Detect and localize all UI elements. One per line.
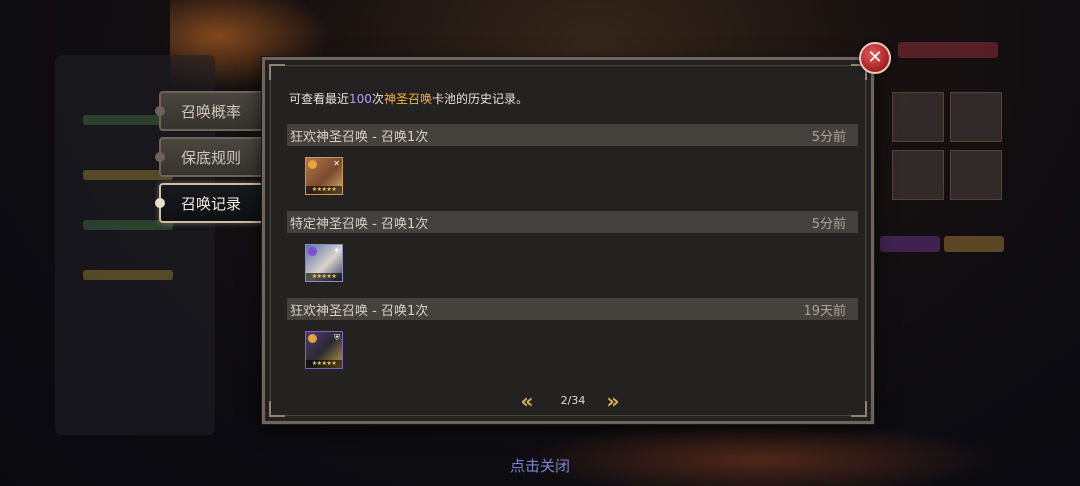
entry-time: 5分前 bbox=[811, 216, 846, 232]
tab-label: 召唤记录 bbox=[180, 195, 241, 213]
star-rating: ★★★★★ bbox=[306, 186, 342, 194]
entry-time: 5分前 bbox=[811, 129, 846, 145]
list-item: 狂欢神圣召唤 - 召唤1次 5分前 ✕ ★★★★★ bbox=[287, 124, 858, 211]
tab-pin-icon bbox=[155, 152, 165, 162]
tab-pity-rules[interactable]: 保底规则 bbox=[155, 137, 263, 177]
background-ember bbox=[520, 420, 1000, 486]
frame-corner bbox=[269, 64, 285, 80]
prev-page-icon[interactable]: « bbox=[515, 390, 539, 414]
star-rating: ★★★★★ bbox=[306, 273, 342, 281]
pool-name: 神圣召唤 bbox=[383, 92, 432, 106]
element-icon bbox=[308, 160, 317, 169]
list-item: 狂欢神圣召唤 - 召唤1次 19天前 ⛨ ★★★★★ bbox=[287, 298, 858, 385]
tab-label: 召唤概率 bbox=[180, 103, 241, 121]
hero-card[interactable]: ⛨ ★★★★★ bbox=[305, 331, 343, 369]
entry-header: 特定神圣召唤 - 召唤1次 5分前 bbox=[287, 211, 858, 233]
history-list: 狂欢神圣召唤 - 召唤1次 5分前 ✕ ★★★★★ 特定神圣召唤 - 召唤1次 … bbox=[287, 124, 858, 385]
sword-icon: ✕ bbox=[333, 159, 340, 168]
tab-summon-probability[interactable]: 召唤概率 bbox=[155, 91, 263, 131]
background-right-panel bbox=[878, 40, 1008, 260]
shield-icon: ⛨ bbox=[334, 333, 340, 342]
element-icon bbox=[308, 334, 317, 343]
hero-card[interactable]: ✶ ★★★★★ bbox=[305, 244, 343, 282]
tap-to-close[interactable]: 点击关闭 bbox=[490, 455, 590, 476]
entry-title: 狂欢神圣召唤 - 召唤1次 bbox=[290, 129, 429, 145]
hero-card[interactable]: ✕ ★★★★★ bbox=[305, 157, 343, 195]
star-icon: ✶ bbox=[333, 246, 340, 255]
element-icon bbox=[308, 247, 317, 256]
entry-title: 特定神圣召唤 - 召唤1次 bbox=[290, 216, 429, 232]
next-page-icon[interactable]: » bbox=[601, 390, 625, 414]
tab-summon-history[interactable]: 召唤记录 bbox=[155, 183, 263, 223]
history-description: 可查看最近100次神圣召唤卡池的历史记录。 bbox=[289, 92, 528, 106]
list-item: 特定神圣召唤 - 召唤1次 5分前 ✶ ★★★★★ bbox=[287, 211, 858, 298]
summon-history-modal: 可查看最近100次神圣召唤卡池的历史记录。 狂欢神圣召唤 - 召唤1次 5分前 … bbox=[262, 57, 874, 424]
close-icon: ✕ bbox=[867, 47, 883, 68]
entry-time: 19天前 bbox=[803, 303, 846, 319]
entry-header: 狂欢神圣召唤 - 召唤1次 5分前 bbox=[287, 124, 858, 146]
pagination: « 2/34 » bbox=[265, 390, 871, 414]
entry-title: 狂欢神圣召唤 - 召唤1次 bbox=[290, 303, 429, 319]
tab-pin-icon bbox=[155, 198, 165, 208]
page-indicator: 2/34 bbox=[560, 394, 586, 407]
entry-header: 狂欢神圣召唤 - 召唤1次 19天前 bbox=[287, 298, 858, 320]
close-button[interactable]: ✕ bbox=[859, 42, 891, 74]
tab-pin-icon bbox=[155, 106, 165, 116]
star-rating: ★★★★★ bbox=[306, 360, 342, 368]
tab-label: 保底规则 bbox=[180, 149, 241, 167]
record-count: 100 bbox=[349, 92, 372, 106]
